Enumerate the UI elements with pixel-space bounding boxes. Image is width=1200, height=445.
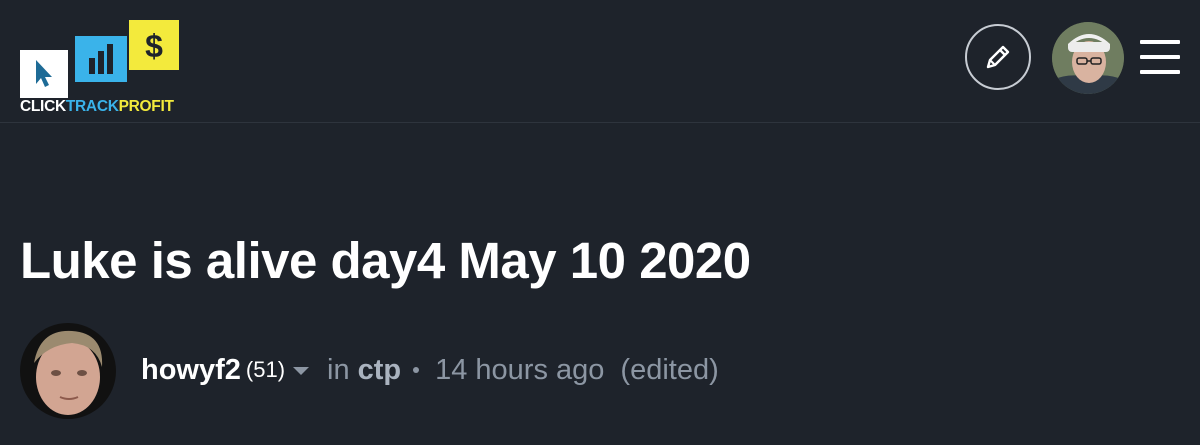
community-link[interactable]: ctp (358, 354, 402, 387)
in-label: in (327, 353, 350, 386)
post-timestamp[interactable]: 14 hours ago (435, 354, 604, 387)
pencil-icon (986, 45, 1010, 69)
post-meta: howyf2 (51) in ctp 14 hours ago (edited) (141, 350, 719, 390)
logo-graphic: $ (20, 20, 179, 98)
separator-dot (413, 367, 420, 373)
post-title: Luke is alive day4 May 10 2020 (20, 232, 751, 289)
author-dropdown-caret-icon[interactable] (293, 367, 310, 375)
hamburger-menu-icon[interactable] (1140, 40, 1180, 74)
author-avatar-image (20, 323, 116, 419)
site-logo[interactable]: $ CLICKTRACKPROFIT (20, 20, 182, 120)
logo-wordmark: CLICKTRACKPROFIT (20, 98, 174, 115)
edited-label: (edited) (620, 353, 719, 386)
user-avatar[interactable] (1052, 22, 1124, 94)
author-reputation: (51) (245, 357, 286, 382)
edit-post-button[interactable] (965, 24, 1031, 90)
user-avatar-image (1052, 22, 1124, 94)
svg-text:$: $ (145, 28, 163, 64)
author-avatar[interactable] (20, 323, 116, 419)
author-name-link[interactable]: howyf2 (141, 354, 241, 387)
top-header: $ CLICKTRACKPROFIT (0, 0, 1200, 123)
